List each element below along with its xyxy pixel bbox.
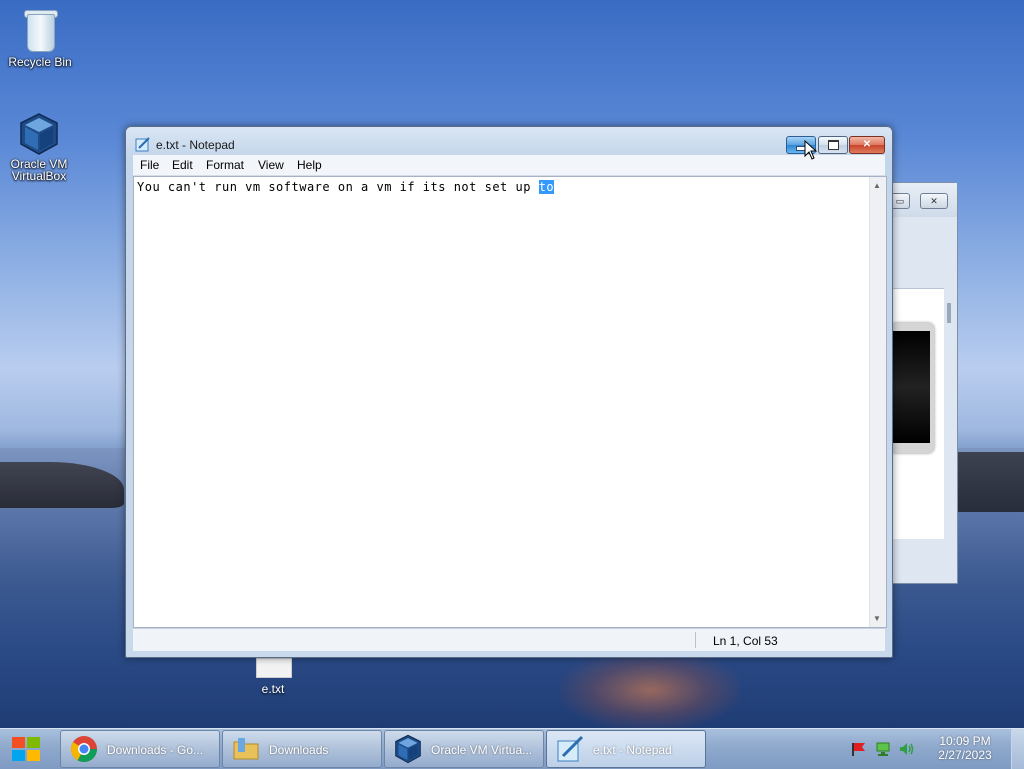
taskbar-label: e.txt - Notepad — [593, 743, 672, 757]
clock[interactable]: 10:09 PM 2/27/2023 — [930, 734, 1000, 762]
taskbar-button-notepad[interactable]: e.txt - Notepad — [546, 730, 706, 768]
volume-icon[interactable] — [899, 742, 915, 756]
folder-icon — [233, 738, 259, 760]
menu-format[interactable]: Format — [206, 158, 244, 172]
desktop-icon-virtualbox[interactable]: Oracle VM VirtualBox — [0, 112, 78, 182]
virtualbox-preview-screen — [890, 323, 934, 453]
menu-view[interactable]: View — [258, 158, 284, 172]
editor-text-content: You can't run vm software on a vm if its… — [137, 180, 539, 194]
network-icon[interactable] — [875, 742, 891, 756]
action-center-flag-icon[interactable] — [851, 742, 867, 756]
chrome-icon — [70, 736, 98, 763]
status-bar: Ln 1, Col 53 — [133, 628, 885, 651]
wallpaper-sunset-glow — [560, 650, 740, 730]
status-separator — [695, 632, 696, 648]
selected-text: to — [538, 180, 555, 194]
maximize-button[interactable] — [818, 136, 848, 154]
notepad-window[interactable]: e.txt - Notepad ✕ File Edit Format View … — [125, 126, 893, 658]
taskbar-button-virtualbox[interactable]: Oracle VM Virtua... — [384, 730, 544, 768]
menu-edit[interactable]: Edit — [172, 158, 193, 172]
virtualbox-scrollbar[interactable] — [947, 303, 951, 323]
show-desktop-button[interactable] — [1011, 729, 1024, 769]
notepad-icon — [135, 137, 150, 152]
scroll-down-arrow-icon[interactable]: ▼ — [873, 614, 881, 623]
close-button[interactable]: ✕ — [849, 136, 885, 154]
mouse-pointer-icon — [804, 140, 818, 160]
text-file-icon[interactable] — [256, 658, 292, 678]
taskbar: Downloads - Go... Downloads Oracle VM Vi… — [0, 728, 1024, 769]
menu-file[interactable]: File — [140, 158, 159, 172]
menu-bar: File Edit Format View Help — [133, 155, 885, 176]
desktop-icon-label-e-txt[interactable]: e.txt — [240, 682, 306, 696]
virtualbox-window-background[interactable]: ▭ ✕ — [884, 182, 958, 584]
desktop-icon-label: Recycle Bin — [8, 55, 72, 69]
clock-time: 10:09 PM — [939, 734, 991, 748]
virtualbox-icon — [395, 734, 421, 764]
taskbar-label: Downloads — [269, 743, 329, 757]
start-button[interactable] — [8, 733, 44, 765]
taskbar-button-downloads[interactable]: Downloads — [222, 730, 382, 768]
cursor-position-status: Ln 1, Col 53 — [713, 634, 778, 648]
desktop-icon-label: Oracle VM VirtualBox — [10, 157, 68, 183]
wallpaper-rocks-right — [955, 452, 1024, 512]
taskbar-label: Downloads - Go... — [107, 743, 204, 757]
clock-date: 2/27/2023 — [938, 748, 992, 762]
menu-help[interactable]: Help — [297, 158, 322, 172]
close-icon: ✕ — [862, 139, 872, 150]
notepad-icon — [557, 735, 584, 762]
vertical-scrollbar[interactable]: ▲ ▼ — [869, 177, 886, 627]
virtualbox-maximize-button[interactable]: ▭ — [890, 193, 910, 209]
virtualbox-icon — [20, 113, 58, 155]
notepad-titlebar[interactable]: e.txt - Notepad ✕ — [126, 127, 892, 157]
recycle-bin-icon — [23, 8, 58, 52]
scroll-up-arrow-icon[interactable]: ▲ — [873, 181, 881, 190]
taskbar-label: Oracle VM Virtua... — [431, 743, 533, 757]
virtualbox-close-button[interactable]: ✕ — [920, 193, 948, 209]
desktop-icon-recycle-bin[interactable]: Recycle Bin — [0, 8, 80, 68]
editor-text: You can't run vm software on a vm if its… — [137, 180, 555, 194]
taskbar-button-chrome[interactable]: Downloads - Go... — [60, 730, 220, 768]
text-editor-area[interactable]: You can't run vm software on a vm if its… — [133, 176, 887, 628]
window-title: e.txt - Notepad — [156, 138, 235, 152]
